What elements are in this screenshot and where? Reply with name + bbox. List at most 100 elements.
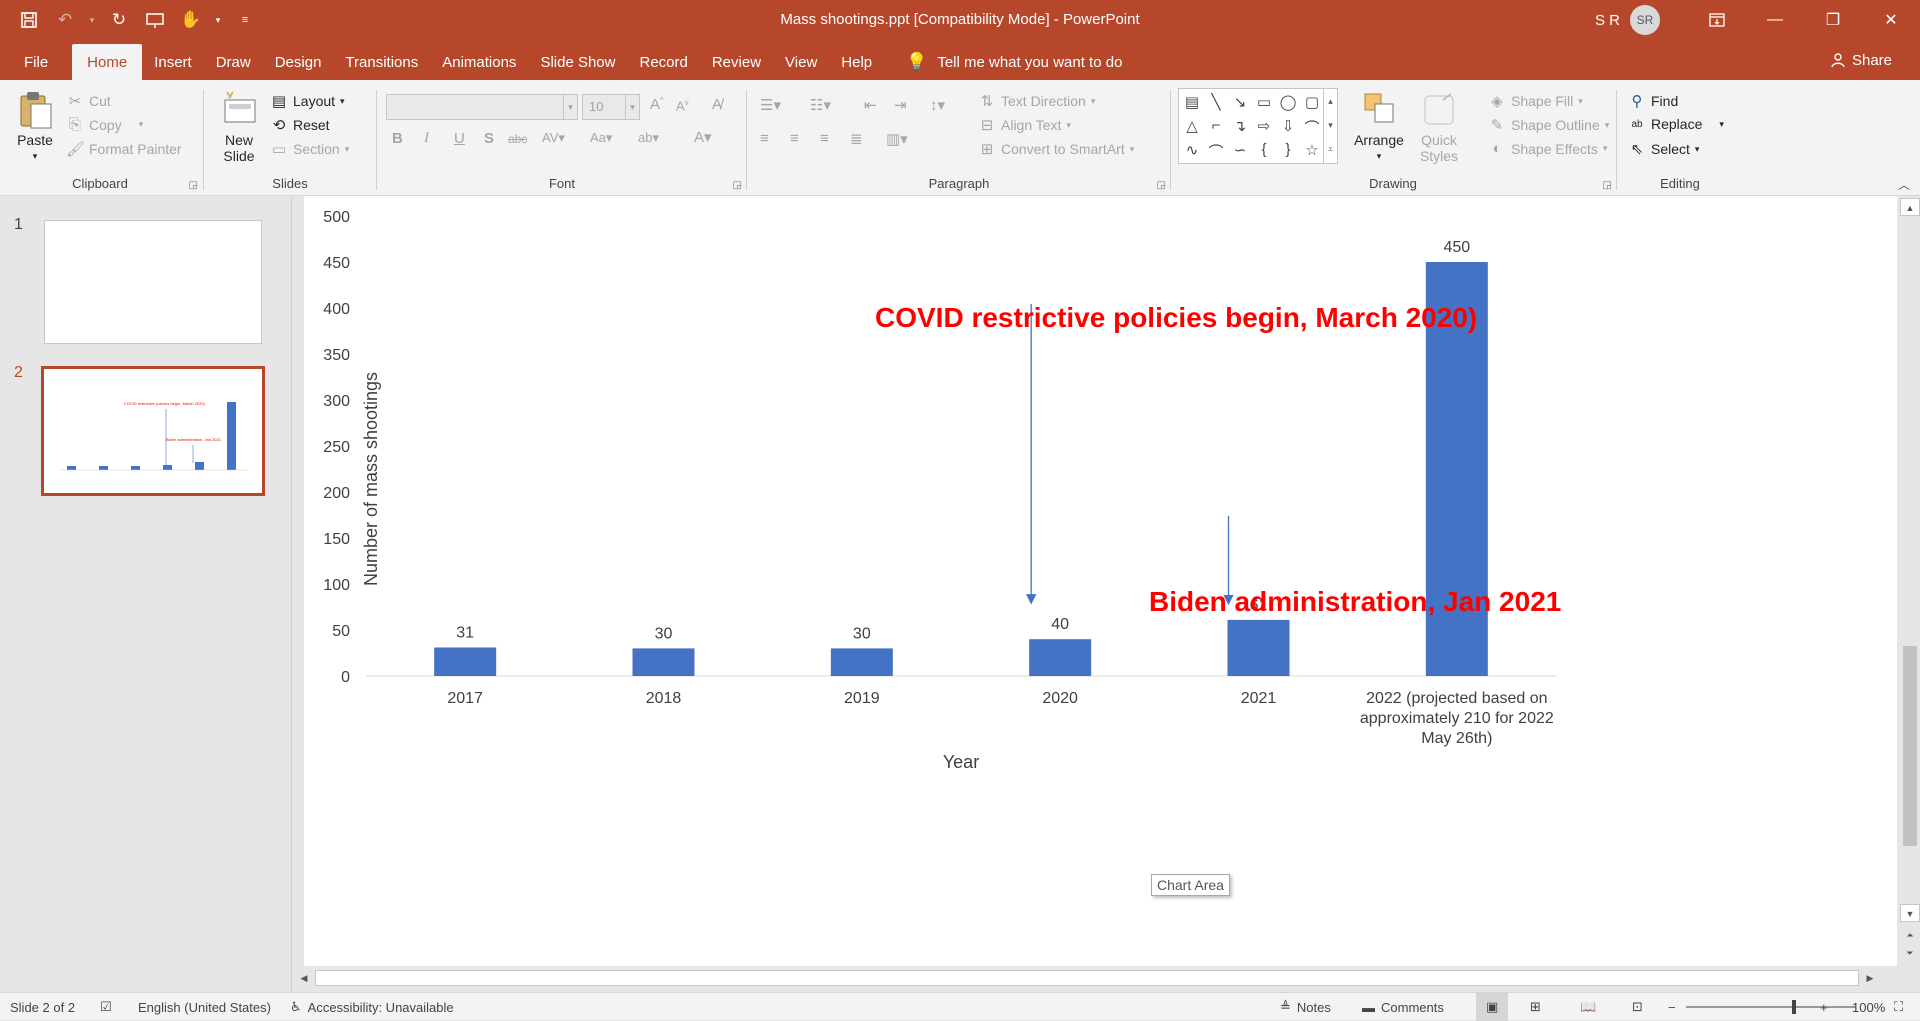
text-shadow-icon[interactable]: S bbox=[484, 130, 494, 147]
tab-record[interactable]: Record bbox=[627, 44, 699, 80]
text-direction-button[interactable]: ⇅ Text Direction ▾ bbox=[978, 92, 1096, 110]
horizontal-scroll-track[interactable] bbox=[315, 970, 1859, 986]
bar[interactable] bbox=[1029, 639, 1092, 676]
align-left-icon[interactable]: ≡ bbox=[760, 130, 769, 147]
language-status[interactable]: English (United States) bbox=[138, 993, 271, 1021]
paragraph-launcher-icon[interactable]: ◲ bbox=[1157, 180, 1166, 191]
slide-sorter-button[interactable]: ⊞ bbox=[1530, 993, 1541, 1021]
italic-icon[interactable]: I bbox=[424, 130, 429, 147]
layout-button[interactable]: ▤ Layout ▾ bbox=[270, 92, 345, 110]
slide-canvas[interactable]: 0 50 100 150 200 250 300 350 400 450 500 31 2017 30 20… bbox=[304, 196, 1897, 966]
font-name-combo[interactable]: ▾ bbox=[386, 94, 578, 120]
copy-button[interactable]: ⎘ Copy ▾ bbox=[66, 116, 143, 133]
accessibility-status[interactable]: ♿ Accessibility: Unavailable bbox=[290, 993, 454, 1021]
font-size-dropdown-icon[interactable]: ▾ bbox=[625, 95, 639, 119]
underline-icon[interactable]: U bbox=[454, 130, 465, 147]
bold-icon[interactable]: B bbox=[392, 130, 403, 147]
decrease-indent-icon[interactable]: ⇤ bbox=[864, 96, 877, 114]
tab-file[interactable]: File bbox=[0, 44, 72, 80]
slide-thumbnail-2[interactable]: COVID restrictive policies begin, March … bbox=[41, 366, 265, 496]
replace-button[interactable]: ab Replace ▾ bbox=[1628, 116, 1724, 132]
align-center-icon[interactable]: ≡ bbox=[790, 130, 799, 147]
zoom-slider-knob[interactable] bbox=[1792, 1000, 1796, 1014]
tab-view[interactable]: View bbox=[773, 44, 829, 80]
undo-dropdown-icon[interactable]: ▾ bbox=[86, 5, 98, 35]
bar[interactable] bbox=[830, 648, 893, 676]
vertical-scrollbar[interactable]: ▲ ▼ ⏶ ⏷ bbox=[1900, 196, 1920, 966]
find-button[interactable]: ⚲ Find bbox=[1628, 92, 1679, 110]
line-spacing-icon[interactable]: ↕▾ bbox=[930, 96, 945, 114]
avatar[interactable]: SR bbox=[1630, 5, 1660, 35]
touch-mode-dropdown-icon[interactable]: ▾ bbox=[212, 5, 224, 35]
tab-review[interactable]: Review bbox=[700, 44, 773, 80]
reset-button[interactable]: ⟲ Reset bbox=[270, 116, 330, 134]
bar[interactable] bbox=[632, 648, 695, 676]
redo-icon[interactable]: ↻ bbox=[104, 5, 134, 35]
shape-effects-button[interactable]: ◐ Shape Effects ▾ bbox=[1488, 140, 1607, 157]
start-from-beginning-icon[interactable] bbox=[140, 5, 170, 35]
slideshow-button[interactable]: ⊡ bbox=[1632, 993, 1643, 1021]
tab-slide-show[interactable]: Slide Show bbox=[528, 44, 627, 80]
bullets-icon[interactable]: ☰▾ bbox=[760, 96, 781, 114]
zoom-slider[interactable] bbox=[1686, 1000, 1856, 1014]
tab-draw[interactable]: Draw bbox=[204, 44, 263, 80]
slide-thumbnail-1[interactable] bbox=[44, 220, 262, 344]
shape-outline-button[interactable]: ✎ Shape Outline ▾ bbox=[1488, 116, 1610, 134]
replace-dropdown-icon[interactable]: ▾ bbox=[1719, 119, 1724, 130]
account-area[interactable]: S R SR bbox=[1595, 0, 1660, 40]
bar[interactable] bbox=[1227, 619, 1290, 676]
increase-indent-icon[interactable]: ⇥ bbox=[894, 96, 907, 114]
tab-insert[interactable]: Insert bbox=[142, 44, 204, 80]
arrange-button[interactable]: Arrange ▾ bbox=[1348, 90, 1410, 164]
vertical-scroll-thumb[interactable] bbox=[1903, 646, 1917, 846]
decrease-font-size-icon[interactable]: Av bbox=[676, 98, 689, 113]
notes-button[interactable]: ≜ Notes bbox=[1280, 993, 1331, 1021]
paste-button[interactable]: Paste ▾ bbox=[12, 90, 58, 164]
tab-design[interactable]: Design bbox=[263, 44, 334, 80]
reading-view-button[interactable]: 📖 bbox=[1580, 993, 1596, 1021]
copy-dropdown-icon[interactable]: ▾ bbox=[139, 119, 144, 130]
customize-qat-icon[interactable]: ≡ bbox=[230, 5, 260, 35]
character-spacing-icon[interactable]: AV▾ bbox=[542, 130, 565, 146]
minimize-icon[interactable]: — bbox=[1746, 0, 1804, 40]
scroll-right-icon[interactable]: ▶ bbox=[1861, 970, 1879, 986]
comments-button[interactable]: ▬ Comments bbox=[1362, 993, 1444, 1021]
convert-smartart-button[interactable]: ⊞ Convert to SmartArt ▾ bbox=[978, 140, 1135, 158]
covid-annotation[interactable]: COVID restrictive policies begin, March … bbox=[875, 302, 1477, 334]
paste-dropdown-icon[interactable]: ▾ bbox=[33, 148, 38, 164]
strikethrough-icon[interactable]: abc bbox=[508, 132, 527, 146]
bar[interactable] bbox=[434, 647, 497, 676]
font-launcher-icon[interactable]: ◲ bbox=[733, 180, 742, 191]
share-button[interactable]: Share bbox=[1830, 40, 1892, 80]
change-case-icon[interactable]: Aa▾ bbox=[590, 130, 612, 146]
close-icon[interactable]: ✕ bbox=[1862, 0, 1920, 40]
clear-formatting-icon[interactable]: A̸ bbox=[712, 96, 722, 113]
biden-annotation[interactable]: Biden administration, Jan 2021 bbox=[1149, 586, 1561, 618]
tab-animations[interactable]: Animations bbox=[430, 44, 528, 80]
increase-font-size-icon[interactable]: A^ bbox=[650, 96, 664, 113]
next-slide-icon[interactable]: ⏷ bbox=[1900, 944, 1920, 962]
scroll-up-icon[interactable]: ▲ bbox=[1900, 198, 1920, 216]
zoom-out-button[interactable]: − bbox=[1668, 993, 1676, 1021]
font-color-icon[interactable]: A▾ bbox=[694, 128, 712, 146]
ribbon-display-options-icon[interactable] bbox=[1688, 0, 1746, 40]
clipboard-launcher-icon[interactable]: ◲ bbox=[189, 180, 198, 191]
zoom-level[interactable]: 100% bbox=[1852, 993, 1885, 1021]
quick-styles-button[interactable]: Quick Styles bbox=[1412, 90, 1466, 164]
normal-view-button[interactable]: ▣ bbox=[1476, 993, 1509, 1021]
select-button[interactable]: ⇖ Select ▾ bbox=[1628, 140, 1700, 158]
scroll-down-icon[interactable]: ▼ bbox=[1900, 904, 1920, 922]
justify-icon[interactable]: ≣ bbox=[850, 130, 863, 148]
section-button[interactable]: ▭ Section ▾ bbox=[270, 140, 349, 158]
collapse-ribbon-icon[interactable]: ︿ bbox=[1898, 176, 1910, 193]
tab-help[interactable]: Help bbox=[829, 44, 884, 80]
save-icon[interactable] bbox=[14, 5, 44, 35]
drawing-launcher-icon[interactable]: ◲ bbox=[1603, 180, 1612, 191]
fit-to-window-button[interactable]: ⛶ bbox=[1894, 993, 1903, 1021]
tab-home[interactable]: Home bbox=[72, 44, 143, 80]
shape-fill-button[interactable]: ◈ Shape Fill ▾ bbox=[1488, 92, 1583, 110]
align-right-icon[interactable]: ≡ bbox=[820, 130, 829, 147]
spelling-status[interactable]: ☑ bbox=[100, 993, 112, 1021]
align-text-button[interactable]: ⊟ Align Text ▾ bbox=[978, 116, 1071, 134]
numbering-icon[interactable]: ☷▾ bbox=[810, 96, 831, 114]
